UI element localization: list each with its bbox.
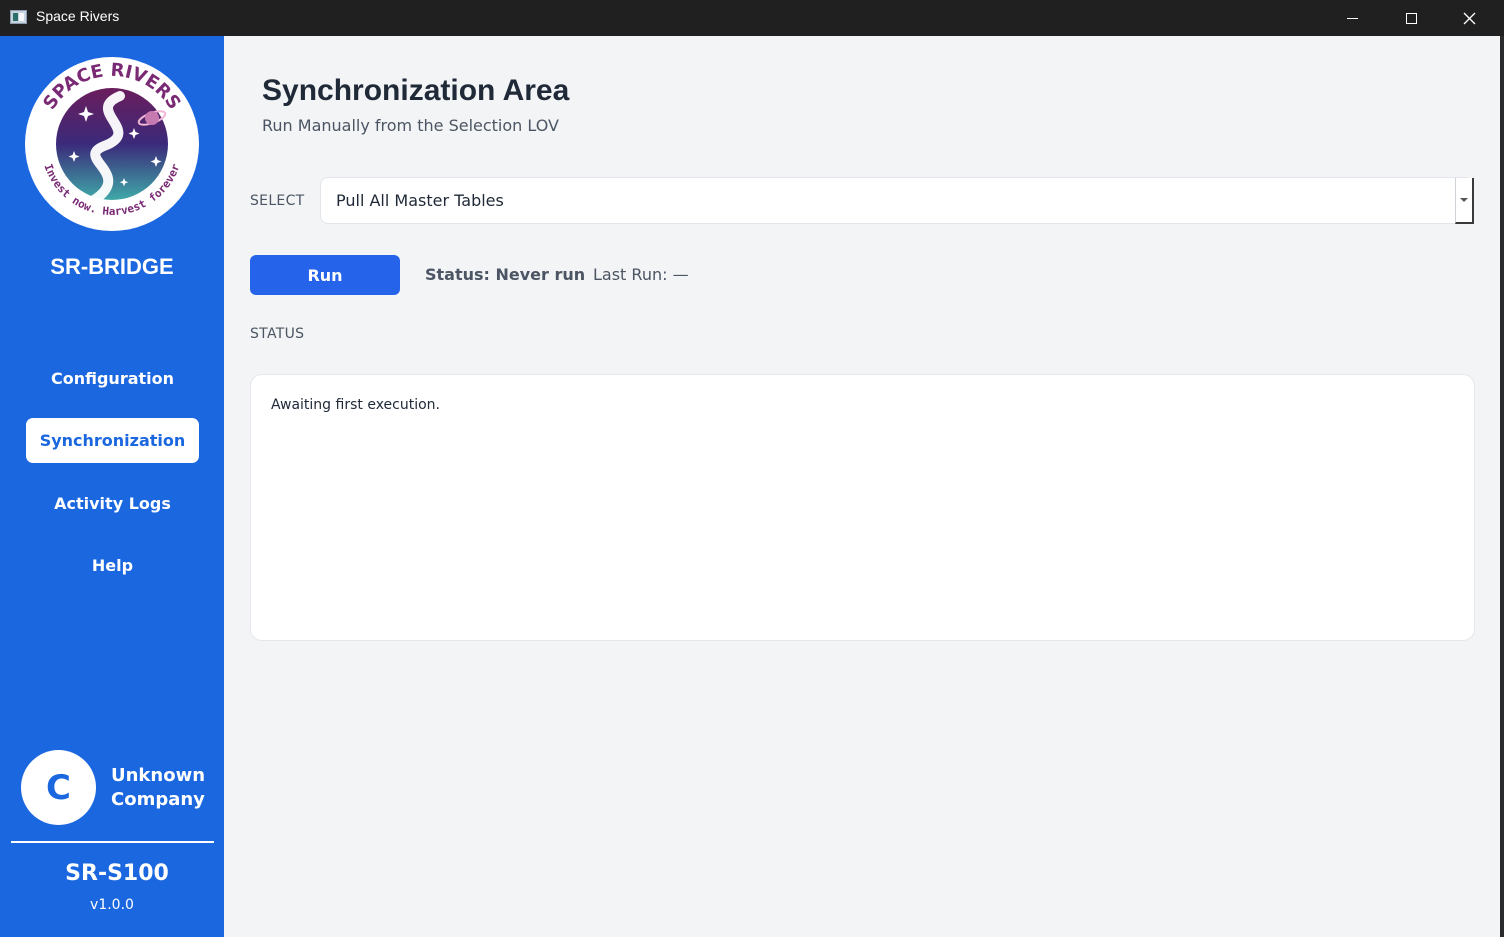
version-label: v1.0.0 — [90, 897, 134, 913]
title-bar: Space Rivers — [0, 0, 1504, 36]
sync-selection-dropdown[interactable]: Pull All Master Tables — [320, 177, 1474, 224]
select-label: SELECT — [250, 193, 305, 209]
chevron-down-icon — [1460, 198, 1468, 202]
nav-item-activity-logs[interactable]: Activity Logs — [26, 481, 199, 526]
nav-item-synchronization[interactable]: Synchronization — [26, 418, 199, 463]
model-name: SR-S100 — [65, 861, 169, 886]
close-icon — [1463, 12, 1475, 24]
select-value: Pull All Master Tables — [336, 191, 504, 210]
minimize-icon — [1346, 17, 1358, 19]
space-rivers-logo: SPACE RIVERS Invest now. Harvest forever — [25, 57, 199, 231]
status-panel: Awaiting first execution. — [250, 374, 1475, 641]
page-title: Synchronization Area — [262, 74, 570, 107]
company-name-line1: Unknown — [111, 765, 206, 786]
close-button[interactable] — [1440, 0, 1498, 36]
maximize-button[interactable] — [1382, 0, 1440, 36]
maximize-icon — [1405, 12, 1417, 24]
run-button[interactable]: Run — [250, 255, 400, 295]
company-name: Unknown Company — [111, 764, 219, 812]
window-title: Space Rivers — [36, 8, 120, 24]
status-section-label: STATUS — [250, 326, 305, 342]
main-content: Synchronization Area Run Manually from t… — [224, 36, 1500, 937]
app-icon — [10, 10, 27, 24]
company-name-line2: Company — [111, 789, 205, 810]
nav-item-configuration[interactable]: Configuration — [26, 356, 199, 401]
last-run: Last Run: — — [593, 265, 689, 284]
company-avatar: C — [21, 750, 96, 825]
run-status: Status: Never run — [425, 265, 586, 284]
nav-item-help[interactable]: Help — [26, 543, 199, 588]
page-subtitle: Run Manually from the Selection LOV — [262, 116, 559, 135]
minimize-button[interactable] — [1323, 0, 1381, 36]
sidebar-divider — [11, 841, 214, 843]
sidebar: SPACE RIVERS Invest now. Harvest forever… — [0, 36, 224, 937]
status-message: Awaiting first execution. — [271, 397, 440, 413]
brand-name: SR-BRIDGE — [50, 254, 174, 279]
window-edge — [1500, 36, 1504, 937]
dropdown-toggle[interactable] — [1455, 178, 1474, 224]
